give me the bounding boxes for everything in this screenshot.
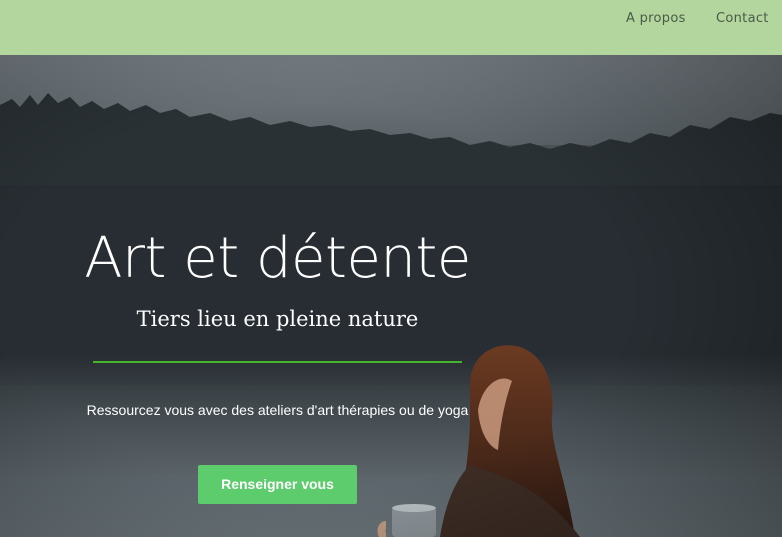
- hero-title: Art et détente: [84, 226, 471, 291]
- nav-link-about[interactable]: A propos: [626, 11, 686, 26]
- hero-section: Art et détente Tiers lieu en pleine natu…: [0, 55, 782, 537]
- hero-subtitle: Tiers lieu en pleine nature: [136, 307, 419, 331]
- hero-background-image: [0, 55, 782, 537]
- page: A propos Contact Art et détente Tiers li…: [0, 0, 782, 537]
- renseigner-button[interactable]: Renseigner vous: [198, 465, 357, 504]
- nav-link-contact[interactable]: Contact: [716, 11, 769, 26]
- hero-description: Ressourcez vous avec des ateliers d'art …: [86, 402, 469, 418]
- hero-divider: [93, 361, 462, 363]
- navbar: A propos Contact: [0, 0, 782, 55]
